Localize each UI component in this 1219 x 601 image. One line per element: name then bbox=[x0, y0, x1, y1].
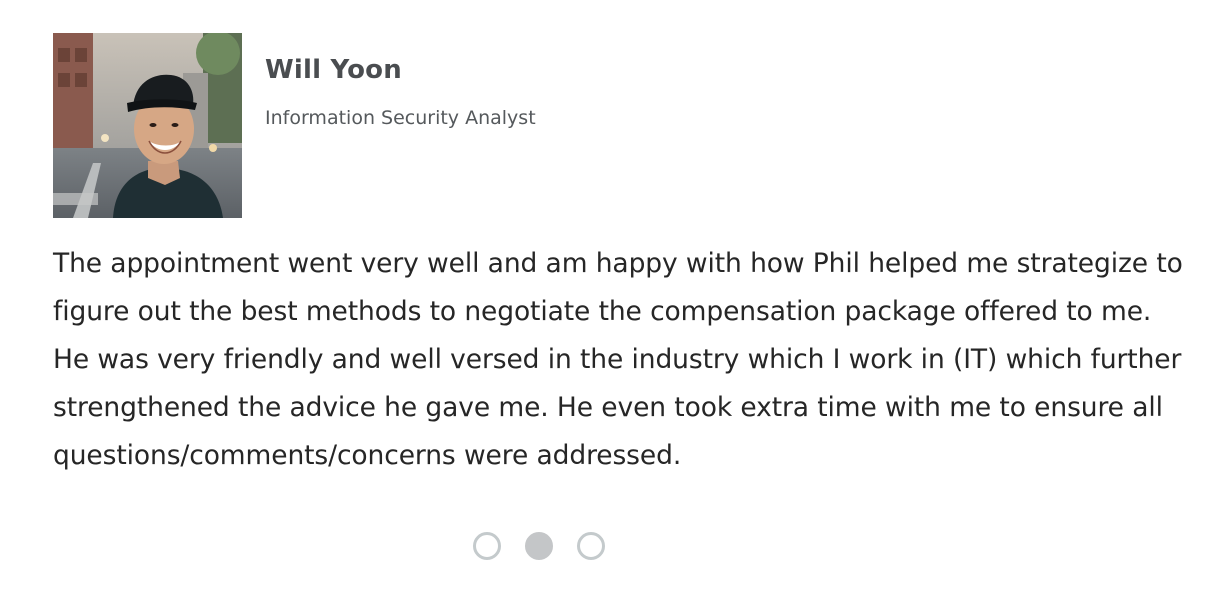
carousel-pagination bbox=[473, 532, 605, 560]
avatar bbox=[53, 33, 242, 218]
testimonial-card: Will Yoon Information Security Analyst T… bbox=[53, 33, 1193, 480]
testimonial-header: Will Yoon Information Security Analyst bbox=[53, 33, 1193, 218]
author-meta: Will Yoon Information Security Analyst bbox=[265, 33, 536, 131]
author-name: Will Yoon bbox=[265, 55, 402, 85]
testimonial-quote: The appointment went very well and am ha… bbox=[53, 248, 1183, 471]
author-role: Information Security Analyst bbox=[265, 107, 536, 129]
carousel-dot-3[interactable] bbox=[577, 532, 605, 560]
carousel-dot-2[interactable] bbox=[525, 532, 553, 560]
carousel-dot-1[interactable] bbox=[473, 532, 501, 560]
